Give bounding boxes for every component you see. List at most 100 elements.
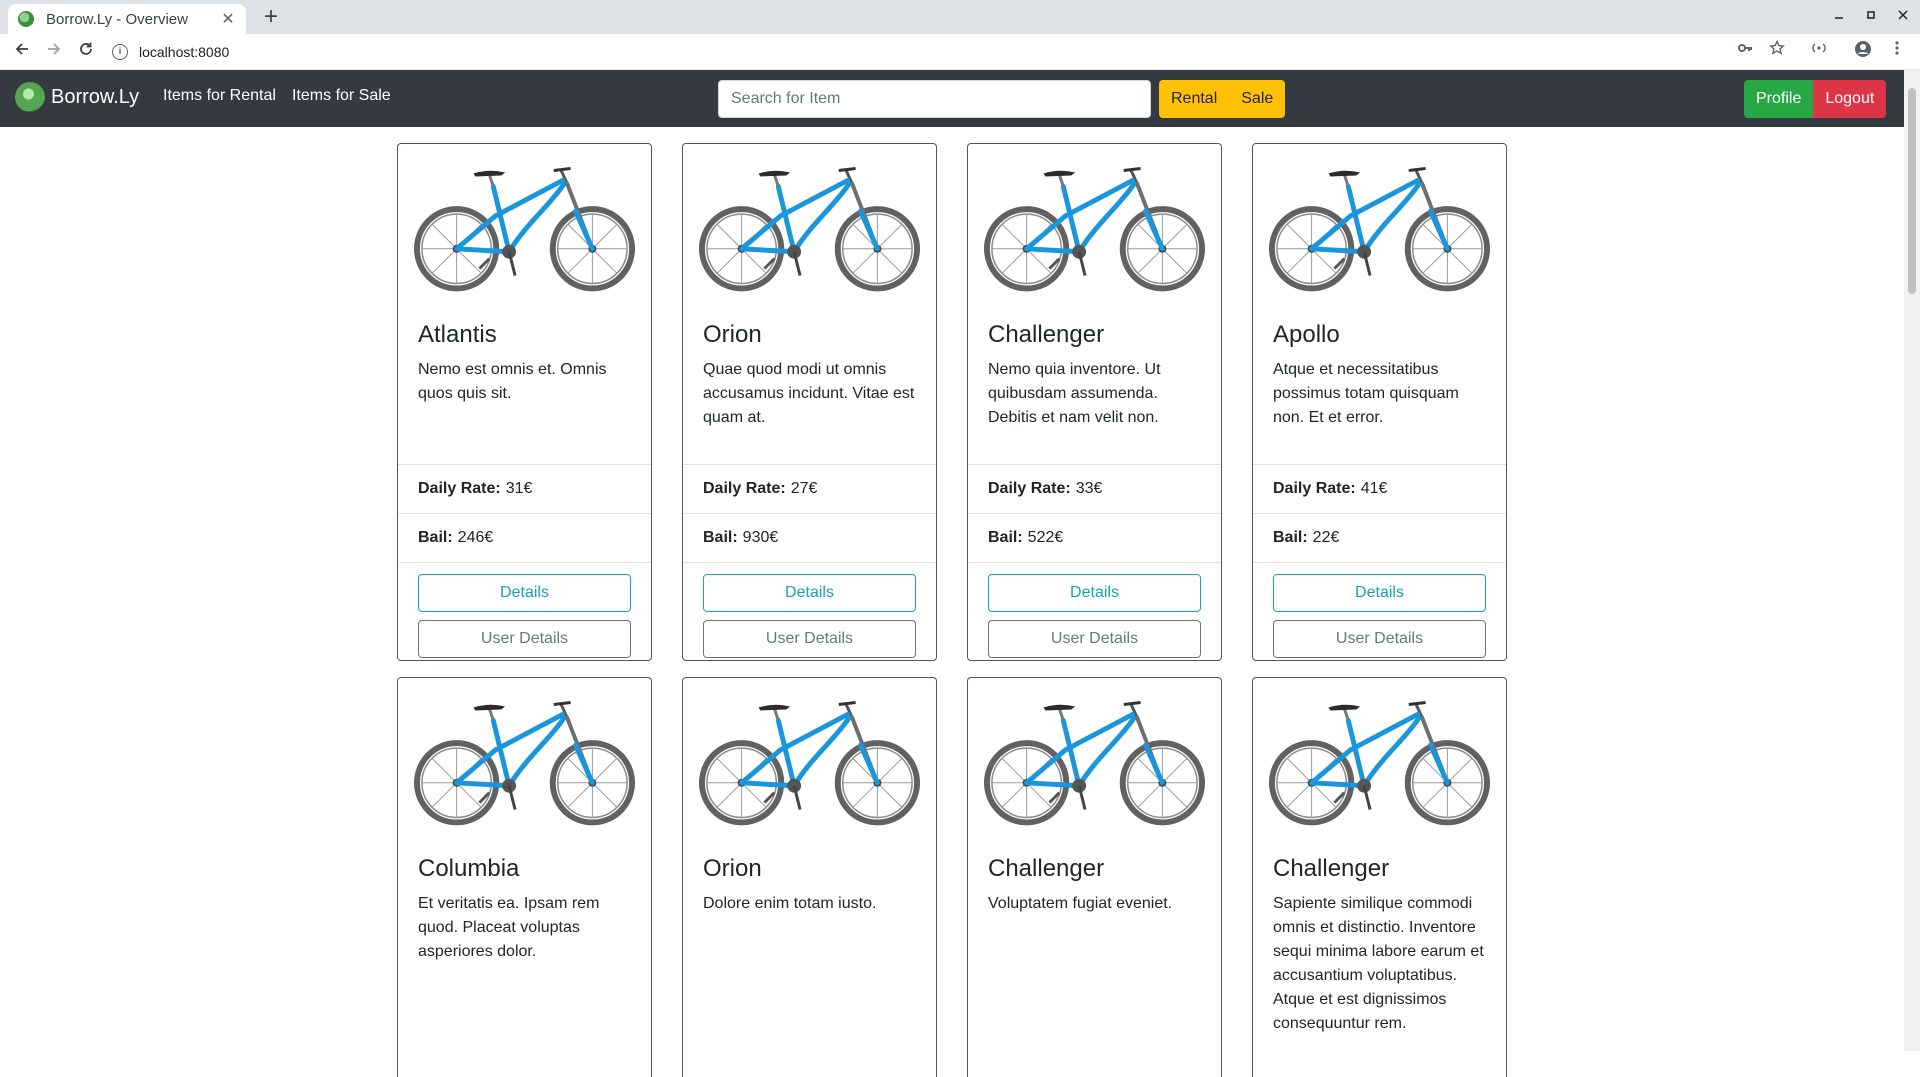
daily-rate-value: 31€ xyxy=(505,480,533,497)
account-icon[interactable] xyxy=(1851,40,1875,64)
card-actions: Details User Details xyxy=(683,562,936,660)
close-tab-icon[interactable]: ✕ xyxy=(220,9,236,29)
user-details-button[interactable]: User Details xyxy=(418,620,631,658)
item-card: Atlantis Nemo est omnis et. Omnis quos q… xyxy=(397,143,652,661)
card-actions: Details User Details xyxy=(1253,562,1506,660)
item-card: Apollo Atque et necessitatibus possimus … xyxy=(1252,143,1507,661)
details-button[interactable]: Details xyxy=(1273,574,1486,612)
bail-label: Bail: xyxy=(988,529,1023,546)
daily-rate-label: Daily Rate: xyxy=(418,480,501,497)
account-button-group: Profile Logout xyxy=(1744,80,1887,118)
url-text[interactable]: localhost:8080 xyxy=(139,44,229,60)
daily-rate-value: 41€ xyxy=(1360,480,1388,497)
profile-button[interactable]: Profile xyxy=(1744,80,1814,118)
rental-sale-toggle: Rental Sale xyxy=(1159,80,1286,118)
back-arrow-icon[interactable] xyxy=(8,39,36,65)
details-button[interactable]: Details xyxy=(703,574,916,612)
sale-toggle-button[interactable]: Sale xyxy=(1229,80,1286,118)
user-details-button[interactable]: User Details xyxy=(1273,620,1486,658)
browser-tab-bar: Borrow.Ly - Overview ✕ + xyxy=(0,0,1920,34)
item-title: Columbia xyxy=(418,855,520,882)
user-details-button[interactable]: User Details xyxy=(988,620,1201,658)
bike-image xyxy=(1267,693,1492,828)
item-description: Voluptatem fugiat eveniet. xyxy=(988,895,1173,912)
card-actions: Details User Details xyxy=(968,562,1221,660)
bike-image xyxy=(412,693,637,828)
key-icon[interactable] xyxy=(1733,40,1757,64)
bail-row: Bail: 522€ xyxy=(968,513,1221,562)
item-card: Orion Quae quod modi ut omnis accusamus … xyxy=(682,143,937,661)
nav-link-items-for-sale[interactable]: Items for Sale xyxy=(292,87,391,105)
daily-rate-value: 27€ xyxy=(790,480,818,497)
bike-image xyxy=(1267,159,1492,294)
daily-rate-value: 33€ xyxy=(1075,480,1103,497)
rental-toggle-button[interactable]: Rental xyxy=(1159,80,1230,118)
daily-rate-label: Daily Rate: xyxy=(703,480,786,497)
bail-value: 22€ xyxy=(1312,529,1340,546)
page-scrollbar[interactable] xyxy=(1904,70,1920,1051)
bike-image xyxy=(412,159,637,294)
tab-title: Borrow.Ly - Overview xyxy=(46,10,188,28)
item-card: Challenger Nemo quia inventore. Ut quibu… xyxy=(967,143,1222,661)
item-description: Quae quod modi ut omnis accusamus incidu… xyxy=(703,361,915,426)
item-description: Dolore enim totam iusto. xyxy=(703,895,877,912)
scrollbar-thumb[interactable] xyxy=(1908,88,1916,294)
nav-link-items-for-rental[interactable]: Items for Rental xyxy=(163,87,276,105)
item-card: Columbia Et veritatis ea. Ipsam rem quod… xyxy=(397,677,652,1077)
bike-image xyxy=(982,159,1207,294)
item-title: Atlantis xyxy=(418,321,497,348)
bike-image xyxy=(697,693,922,828)
daily-rate-label: Daily Rate: xyxy=(988,480,1071,497)
item-title: Apollo xyxy=(1273,321,1340,348)
card-actions: Details User Details xyxy=(398,562,651,660)
daily-rate-row: Daily Rate: 41€ xyxy=(1253,464,1506,513)
daily-rate-row: Daily Rate: 33€ xyxy=(968,464,1221,513)
maximize-window-icon[interactable] xyxy=(1857,6,1885,28)
details-button[interactable]: Details xyxy=(418,574,631,612)
new-tab-button[interactable]: + xyxy=(258,5,284,31)
menu-dots-icon[interactable] xyxy=(1885,40,1909,64)
bail-value: 246€ xyxy=(457,529,494,546)
logout-button[interactable]: Logout xyxy=(1813,80,1887,118)
bail-row: Bail: 22€ xyxy=(1253,513,1506,562)
daily-rate-label: Daily Rate: xyxy=(1273,480,1356,497)
item-description: Sapiente similique commodi omnis et dist… xyxy=(1273,895,1484,1032)
bike-image xyxy=(982,693,1207,828)
item-description: Nemo est omnis et. Omnis quos quis sit. xyxy=(418,361,607,402)
daily-rate-row: Daily Rate: 31€ xyxy=(398,464,651,513)
info-icon[interactable]: i xyxy=(112,44,128,60)
bail-label: Bail: xyxy=(418,529,453,546)
reload-icon[interactable] xyxy=(72,39,100,65)
item-card: Challenger Voluptatem fugiat eveniet. xyxy=(967,677,1222,1077)
bike-image xyxy=(697,159,922,294)
forward-arrow-icon[interactable] xyxy=(40,39,68,65)
browser-tab[interactable]: Borrow.Ly - Overview ✕ xyxy=(8,4,246,34)
address-bar[interactable]: i localhost:8080 xyxy=(112,38,1712,66)
daily-rate-row: Daily Rate: 27€ xyxy=(683,464,936,513)
item-title: Challenger xyxy=(1273,855,1390,882)
bookmark-star-icon[interactable] xyxy=(1765,39,1789,64)
user-details-button[interactable]: User Details xyxy=(703,620,916,658)
item-title: Orion xyxy=(703,855,762,882)
item-title: Challenger xyxy=(988,855,1105,882)
item-description: Atque et necessitatibus possimus totam q… xyxy=(1273,361,1459,426)
brand-name: Borrow.Ly xyxy=(51,85,140,108)
minimize-window-icon[interactable] xyxy=(1825,6,1853,28)
search-input[interactable] xyxy=(718,80,1151,118)
item-description: Nemo quia inventore. Ut quibusdam assume… xyxy=(988,361,1161,426)
bail-value: 930€ xyxy=(742,529,779,546)
favicon-icon xyxy=(18,11,34,27)
app-navbar: Borrow.Ly Items for Rental Items for Sal… xyxy=(0,70,1904,127)
details-button[interactable]: Details xyxy=(988,574,1201,612)
cast-icon[interactable] xyxy=(1807,40,1831,64)
item-title: Orion xyxy=(703,321,762,348)
brand-link[interactable]: Borrow.Ly xyxy=(15,82,139,112)
bail-label: Bail: xyxy=(1273,529,1308,546)
bail-row: Bail: 930€ xyxy=(683,513,936,562)
brand-logo-icon xyxy=(15,82,45,112)
item-card: Orion Dolore enim totam iusto. xyxy=(682,677,937,1077)
bail-value: 522€ xyxy=(1027,529,1064,546)
close-window-icon[interactable] xyxy=(1889,6,1917,28)
item-title: Challenger xyxy=(988,321,1105,348)
bail-label: Bail: xyxy=(703,529,738,546)
